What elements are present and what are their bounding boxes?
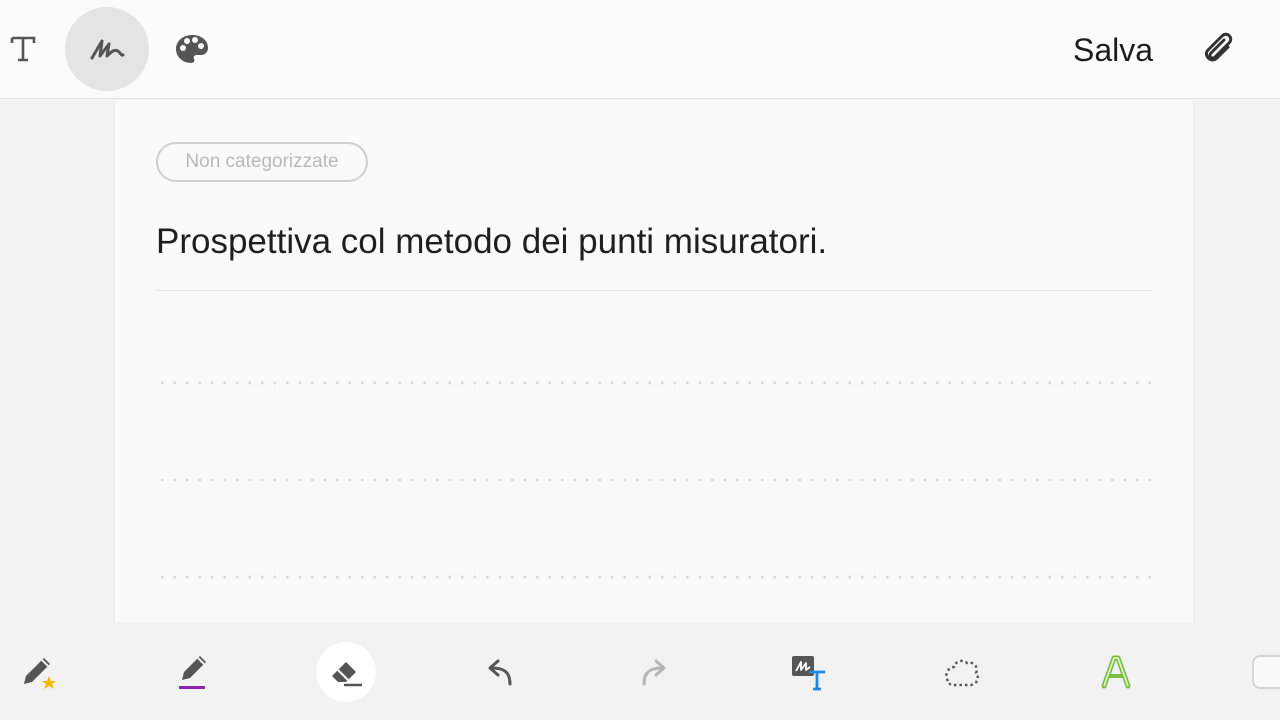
shape-text-icon <box>1101 655 1131 689</box>
text-mode-button[interactable] <box>0 18 46 80</box>
drawing-toolbar <box>0 622 1280 720</box>
ruled-line <box>156 478 1153 482</box>
redo-icon <box>642 659 666 686</box>
ruled-line <box>156 575 1153 579</box>
favorite-pen-icon <box>24 658 56 689</box>
text-mode-icon <box>10 36 36 62</box>
eraser-icon <box>332 662 362 687</box>
more-tools-button[interactable] <box>1252 655 1280 689</box>
palette-icon <box>176 35 208 63</box>
convert-to-text-button[interactable] <box>778 642 838 702</box>
save-button[interactable]: Salva <box>1060 28 1166 72</box>
handwriting-mode-button[interactable] <box>65 7 149 91</box>
paperclip-icon <box>1204 32 1233 62</box>
note-title[interactable]: Prospettiva col metodo dei punti misurat… <box>156 222 1146 262</box>
lasso-select-icon <box>945 659 979 687</box>
top-toolbar: Salva <box>0 0 1280 99</box>
undo-icon <box>488 659 512 686</box>
undo-button[interactable] <box>470 642 530 702</box>
eraser-button[interactable] <box>316 642 376 702</box>
ruled-line <box>156 381 1153 385</box>
attach-button[interactable] <box>1190 22 1248 78</box>
handwriting-icon <box>90 39 125 60</box>
note-page: Non categorizzate Prospettiva col metodo… <box>114 100 1194 622</box>
favorite-pen-button[interactable] <box>8 642 68 702</box>
title-divider <box>156 290 1153 291</box>
redo-button[interactable] <box>624 642 684 702</box>
pen-icon <box>179 656 206 689</box>
pen-button[interactable] <box>162 642 222 702</box>
palette-button[interactable] <box>163 18 221 80</box>
shape-text-button[interactable] <box>1086 642 1146 702</box>
lasso-select-button[interactable] <box>932 642 992 702</box>
handwriting-to-text-icon <box>792 656 825 691</box>
category-chip[interactable]: Non categorizzate <box>156 142 368 182</box>
